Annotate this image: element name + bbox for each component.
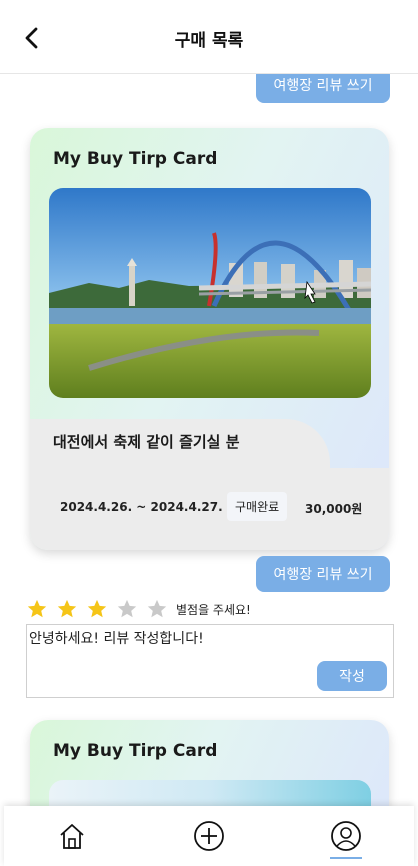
submit-review-button[interactable]: 작성 <box>317 661 387 691</box>
review-text: 안녕하세요! 리뷰 작성합니다! <box>29 631 204 647</box>
star-icon-2[interactable] <box>56 598 78 620</box>
trip-card[interactable]: My Buy Tirp Card 대전에서 축제 같이 즐기실 분 2024.4… <box>30 128 389 550</box>
card-title: My Buy Tirp Card <box>53 149 218 169</box>
star-rating: 별점을 주세요! <box>26 598 251 620</box>
star-icon-5[interactable] <box>146 598 168 620</box>
star-icon-1[interactable] <box>26 598 48 620</box>
rating-hint: 별점을 주세요! <box>176 602 251 617</box>
profile-icon <box>330 821 361 851</box>
bottom-navigation <box>4 806 414 866</box>
card-subtitle: 대전에서 축제 같이 즐기실 분 <box>53 433 240 451</box>
star-icon-4[interactable] <box>116 598 138 620</box>
nav-profile[interactable] <box>316 811 376 861</box>
review-textarea[interactable]: 안녕하세요! 리뷰 작성합니다! 작성 <box>26 624 394 698</box>
star-icon-3[interactable] <box>86 598 108 620</box>
card-subtitle-tab: 대전에서 축제 같이 즐기실 분 <box>30 419 330 469</box>
add-icon <box>194 821 224 851</box>
write-review-button[interactable]: 여행장 리뷰 쓰기 <box>256 556 390 592</box>
card-photo <box>49 188 371 398</box>
nav-add[interactable] <box>179 811 239 861</box>
home-icon <box>60 824 84 849</box>
trip-price: 30,000원 <box>305 502 363 516</box>
nav-home[interactable] <box>42 811 102 861</box>
app-header: 구매 목록 <box>0 0 418 74</box>
status-badge: 구매완료 <box>227 492 288 521</box>
trip-dates: 2024.4.26. ~ 2024.4.27. <box>60 500 223 514</box>
card-info-bar: 2024.4.26. ~ 2024.4.27. 구매완료 30,000원 <box>30 468 389 550</box>
card-title-2: My Buy Tirp Card <box>53 741 218 761</box>
page-title: 구매 목록 <box>174 31 244 51</box>
